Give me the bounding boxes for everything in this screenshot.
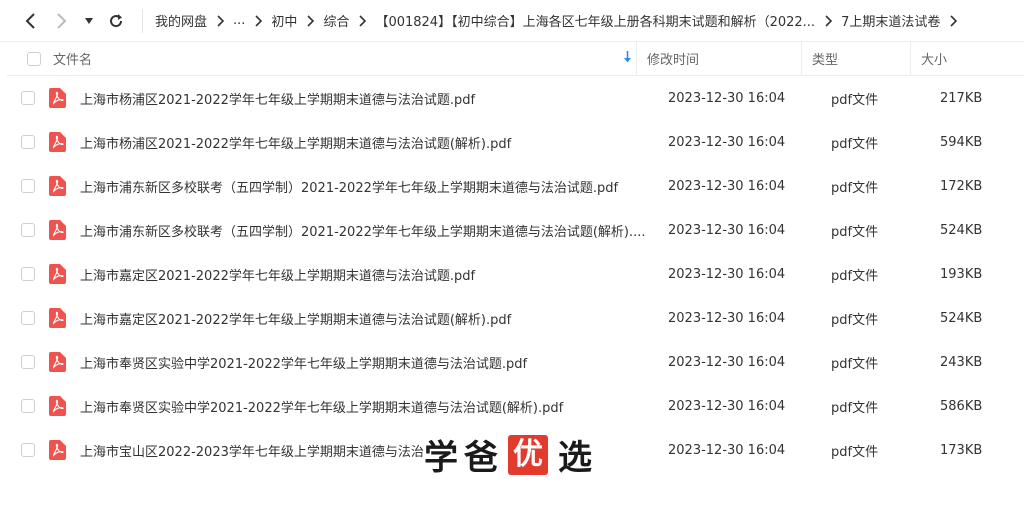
breadcrumb-item-junior-high[interactable]: 初中 [271, 11, 297, 30]
file-modified: 2023-12-30 16:04 [668, 398, 786, 414]
refresh-icon[interactable] [100, 5, 132, 37]
breadcrumb: 我的网盘 ... 初中 综合 【001824】【初中综合】上海各区七年级上册各科… [155, 11, 966, 30]
file-name[interactable]: 上海市浦东新区多校联考（五四学制）2021-2022学年七年级上学期期末道德与法… [80, 177, 656, 196]
file-name[interactable]: 上海市杨浦区2021-2022学年七年级上学期期末道德与法治试题.pdf [80, 89, 656, 108]
file-size: 594KB [940, 134, 983, 150]
column-header-name-label: 文件名 [53, 53, 93, 68]
file-modified: 2023-12-30 16:04 [668, 222, 786, 238]
file-size: 524KB [940, 222, 983, 238]
select-all-checkbox[interactable] [27, 51, 41, 66]
pdf-file-icon [49, 88, 66, 108]
file-size: 172KB [940, 178, 983, 194]
file-type: pdf文件 [831, 312, 879, 328]
file-size: 586KB [940, 398, 983, 414]
file-size: 524KB [940, 310, 983, 326]
pdf-file-icon [49, 220, 66, 240]
watermark-text: 学爸 [424, 438, 504, 478]
file-list: 文件名 修改时间 类型 大小 上海市杨浦区2021-2022学年七年级上学期期末… [7, 41, 1024, 472]
chevron-right-icon [255, 14, 263, 27]
chevron-right-icon [217, 14, 225, 27]
file-type: pdf文件 [831, 268, 879, 284]
forward-icon[interactable] [46, 5, 78, 37]
file-rows: 上海市杨浦区2021-2022学年七年级上学期期末道德与法治试题.pdf 2023… [7, 76, 1024, 472]
breadcrumb-item-my-drive[interactable]: 我的网盘 [155, 11, 207, 30]
chevron-right-icon [359, 14, 367, 27]
file-row[interactable]: 上海市奉贤区实验中学2021-2022学年七年级上学期期末道德与法治试题(解析)… [7, 384, 1024, 428]
pdf-file-icon [49, 352, 66, 372]
watermark-seal: 优 [508, 434, 548, 475]
row-checkbox[interactable] [21, 399, 35, 413]
sort-arrow-down-icon[interactable] [623, 51, 632, 66]
pdf-file-icon [49, 264, 66, 284]
row-checkbox[interactable] [21, 179, 35, 193]
pdf-file-icon [49, 308, 66, 328]
row-checkbox[interactable] [21, 223, 35, 237]
pdf-file-icon [49, 132, 66, 152]
file-type: pdf文件 [831, 224, 879, 240]
file-type: pdf文件 [831, 444, 879, 460]
file-modified: 2023-12-30 16:04 [668, 90, 786, 106]
file-modified: 2023-12-30 16:04 [668, 442, 786, 458]
row-checkbox[interactable] [21, 443, 35, 457]
watermark-text: 选 [558, 438, 598, 478]
pdf-file-icon [49, 396, 66, 416]
file-name[interactable]: 上海市嘉定区2021-2022学年七年级上学期期末道德与法治试题.pdf [80, 265, 656, 284]
file-name[interactable]: 上海市嘉定区2021-2022学年七年级上学期期末道德与法治试题(解析).pdf [80, 309, 656, 328]
row-checkbox[interactable] [21, 311, 35, 325]
file-size: 173KB [940, 442, 983, 458]
file-type: pdf文件 [831, 92, 879, 108]
file-type: pdf文件 [831, 356, 879, 372]
file-name[interactable]: 上海市奉贤区实验中学2021-2022学年七年级上学期期末道德与法治试题(解析)… [80, 397, 656, 416]
file-list-header: 文件名 修改时间 类型 大小 [7, 41, 1024, 76]
chevron-right-icon [825, 14, 833, 27]
row-checkbox[interactable] [21, 267, 35, 281]
file-row[interactable]: 上海市浦东新区多校联考（五四学制）2021-2022学年七年级上学期期末道德与法… [7, 208, 1024, 252]
pdf-file-icon [49, 440, 66, 460]
file-name[interactable]: 上海市奉贤区实验中学2021-2022学年七年级上学期期末道德与法治试题.pdf [80, 353, 656, 372]
file-modified: 2023-12-30 16:04 [668, 178, 786, 194]
chevron-right-icon [307, 14, 315, 27]
column-header-type[interactable]: 类型 [802, 49, 910, 68]
file-row[interactable]: 上海市杨浦区2021-2022学年七年级上学期期末道德与法治试题(解析).pdf… [7, 120, 1024, 164]
file-row[interactable]: 上海市杨浦区2021-2022学年七年级上学期期末道德与法治试题.pdf 2023… [7, 76, 1024, 120]
file-type: pdf文件 [831, 400, 879, 416]
toolbar: 我的网盘 ... 初中 综合 【001824】【初中综合】上海各区七年级上册各科… [0, 0, 1024, 42]
file-modified: 2023-12-30 16:04 [668, 354, 786, 370]
file-row[interactable]: 上海市奉贤区实验中学2021-2022学年七年级上学期期末道德与法治试题.pdf… [7, 340, 1024, 384]
breadcrumb-item-collection[interactable]: 【001824】【初中综合】上海各区七年级上册各科期末试题和解析（2022... [375, 11, 815, 30]
file-modified: 2023-12-30 16:04 [668, 134, 786, 150]
pdf-file-icon [49, 176, 66, 196]
file-type: pdf文件 [831, 136, 879, 152]
history-dropdown-icon[interactable] [78, 5, 100, 37]
toolbar-divider [142, 8, 143, 33]
breadcrumb-item-ellipsis[interactable]: ... [233, 13, 245, 28]
column-header-modified[interactable]: 修改时间 [637, 49, 801, 68]
file-size: 243KB [940, 354, 983, 370]
row-checkbox[interactable] [21, 355, 35, 369]
row-checkbox[interactable] [21, 91, 35, 105]
file-name[interactable]: 上海市杨浦区2021-2022学年七年级上学期期末道德与法治试题(解析).pdf [80, 133, 656, 152]
column-header-size[interactable]: 大小 [911, 49, 999, 68]
column-header-name[interactable]: 文件名 [53, 49, 636, 68]
back-icon[interactable] [14, 5, 46, 37]
file-size: 193KB [940, 266, 983, 282]
file-row[interactable]: 上海市嘉定区2021-2022学年七年级上学期期末道德与法治试题.pdf 2023… [7, 252, 1024, 296]
file-size: 217KB [940, 90, 983, 106]
file-type: pdf文件 [831, 180, 879, 196]
file-name[interactable]: 上海市浦东新区多校联考（五四学制）2021-2022学年七年级上学期期末道德与法… [80, 221, 656, 240]
file-modified: 2023-12-30 16:04 [668, 310, 786, 326]
file-row[interactable]: 上海市浦东新区多校联考（五四学制）2021-2022学年七年级上学期期末道德与法… [7, 164, 1024, 208]
breadcrumb-item-general[interactable]: 综合 [323, 11, 349, 30]
chevron-right-icon [950, 14, 958, 27]
breadcrumb-item-current-folder[interactable]: 7上期末道法试卷 [841, 11, 940, 30]
file-modified: 2023-12-30 16:04 [668, 266, 786, 282]
file-row[interactable]: 上海市嘉定区2021-2022学年七年级上学期期末道德与法治试题(解析).pdf… [7, 296, 1024, 340]
watermark-logo: 学爸 优 选 [424, 430, 598, 479]
row-checkbox[interactable] [21, 135, 35, 149]
